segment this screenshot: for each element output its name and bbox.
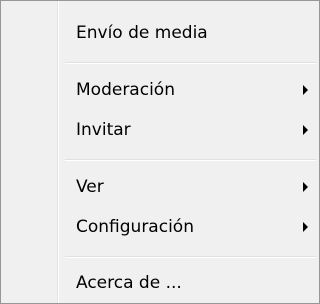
menu-item-label: Configuración xyxy=(76,217,194,237)
menu-item-acerca-de[interactable]: Acerca de ... xyxy=(3,265,317,301)
menu-separator xyxy=(65,256,316,258)
menu-item-ver[interactable]: Ver xyxy=(3,169,317,205)
menu-item-invitar[interactable]: Invitar xyxy=(3,112,317,148)
submenu-arrow-icon xyxy=(303,125,308,135)
menu-item-configuracion[interactable]: Configuración xyxy=(3,209,317,245)
menu-separator xyxy=(65,159,316,161)
menu-item-label: Envío de media xyxy=(76,23,208,43)
menu-item-envio-de-media[interactable]: Envío de media xyxy=(3,15,317,51)
submenu-arrow-icon xyxy=(303,85,308,95)
menu-item-moderacion[interactable]: Moderación xyxy=(3,72,317,108)
menu-item-label: Ver xyxy=(76,177,104,197)
menu-item-label: Invitar xyxy=(76,120,131,140)
context-menu: Envío de media Moderación Invitar Ver Co… xyxy=(0,0,320,304)
menu-separator xyxy=(65,62,316,64)
submenu-arrow-icon xyxy=(303,182,308,192)
menu-item-label: Moderación xyxy=(76,80,175,100)
menu-item-label: Acerca de ... xyxy=(76,273,182,293)
submenu-arrow-icon xyxy=(303,222,308,232)
